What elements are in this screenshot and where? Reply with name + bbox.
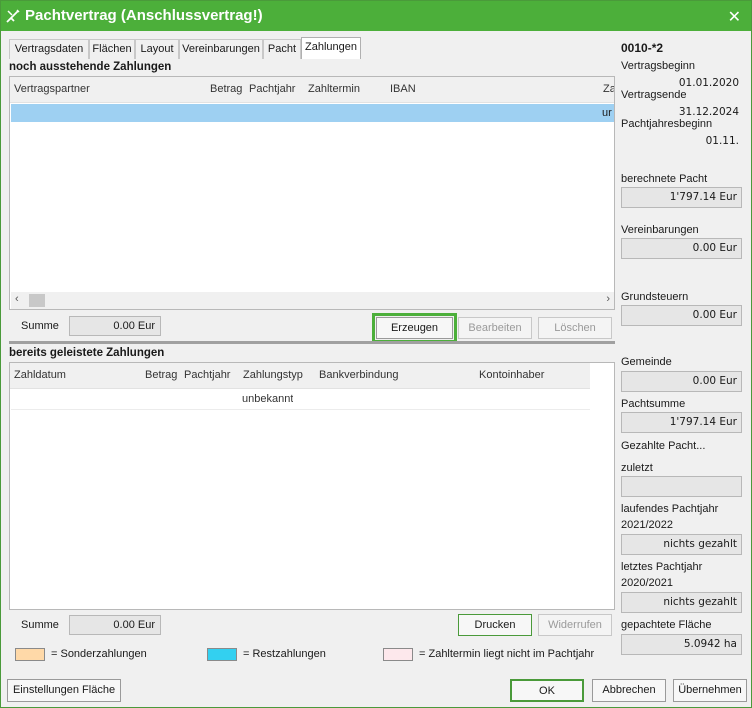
gemeinde-value: 0.00 Eur: [621, 371, 742, 392]
vereinbarungen-label: Vereinbarungen: [621, 224, 699, 236]
col-zahldatum[interactable]: Zahldatum: [14, 369, 66, 381]
scroll-left-icon[interactable]: ‹: [15, 293, 19, 305]
legend-label-restzahlungen: = Restzahlungen: [243, 648, 326, 660]
legend-swatch-zahltermin: [383, 648, 413, 661]
scroll-right-icon[interactable]: ›: [606, 293, 610, 305]
col-pachtjahr[interactable]: Pachtjahr: [249, 83, 295, 95]
paid-grid-header: Zahldatum Betrag Pachtjahr Zahlungstyp B…: [10, 363, 590, 389]
col-betrag-paid[interactable]: Betrag: [145, 369, 177, 381]
pachtjahresbeginn-value: 01.11.: [705, 135, 739, 147]
payment-type-cell: unbekannt: [242, 393, 294, 405]
laufendes-pachtjahr-label: laufendes Pachtjahr: [621, 503, 719, 515]
grundsteuern-value: 0.00 Eur: [621, 305, 742, 326]
tab-flaechen[interactable]: Flächen: [89, 39, 135, 59]
zuletzt-label: zuletzt: [621, 462, 653, 474]
laufendes-pachtjahr-value: nichts gezahlt: [621, 534, 742, 555]
pending-grid-header: Vertragspartner Betrag Pachtjahr Zahlter…: [10, 77, 614, 103]
col-zahlungstyp[interactable]: Zahlungstyp: [243, 369, 303, 381]
contract-id: 0010-*2: [621, 41, 664, 55]
close-icon[interactable]: ✕: [728, 7, 741, 27]
letztes-pachtjahr-label: letztes Pachtjahr: [621, 561, 703, 573]
table-row[interactable]: ur: [11, 104, 614, 122]
laufendes-pachtjahr-year: 2021/2022: [621, 519, 673, 531]
pachtjahresbeginn-label: Pachtjahresbeginn: [621, 118, 713, 130]
letztes-pachtjahr-year: 2020/2021: [621, 577, 673, 589]
col-pachtjahr-paid[interactable]: Pachtjahr: [184, 369, 230, 381]
window-title: Pachtvertrag (Anschlussvertrag!): [25, 7, 263, 24]
gepachtete-flaeche-label: gepachtete Fläche: [621, 619, 712, 631]
berechnete-pacht-label: berechnete Pacht: [621, 173, 708, 185]
pachtsumme-label: Pachtsumme: [621, 398, 686, 410]
ok-button[interactable]: OK: [510, 679, 584, 702]
tab-pacht[interactable]: Pacht: [263, 39, 301, 59]
settings-flaeche-button[interactable]: Einstellungen Fläche: [7, 679, 121, 702]
cancel-button[interactable]: Abbrechen: [592, 679, 666, 702]
edit-button[interactable]: Bearbeiten: [458, 317, 532, 339]
paid-sum-value: 0.00 Eur: [69, 615, 161, 635]
app-tools-icon: [6, 9, 20, 23]
gezahlte-pacht-label: Gezahlte Pacht...: [621, 440, 706, 452]
col-iban[interactable]: IBAN: [390, 83, 416, 95]
row-trailing-cell: ur: [602, 107, 612, 119]
tab-zahlungen[interactable]: Zahlungen: [301, 37, 361, 59]
col-vertragspartner[interactable]: Vertragspartner: [14, 83, 90, 95]
tab-vereinbarungen[interactable]: Vereinbarungen: [179, 39, 263, 59]
section-splitter[interactable]: [9, 341, 615, 344]
table-row[interactable]: unbekannt: [11, 390, 590, 410]
col-truncated[interactable]: Za: [603, 83, 614, 95]
paid-payments-grid[interactable]: Zahldatum Betrag Pachtjahr Zahlungstyp B…: [9, 362, 615, 610]
col-kontoinhaber[interactable]: Kontoinhaber: [479, 369, 544, 381]
vereinbarungen-value: 0.00 Eur: [621, 238, 742, 259]
dialog-window: Pachtvertrag (Anschlussvertrag!) ✕ Vertr…: [0, 0, 752, 708]
pachtsumme-value: 1'797.14 Eur: [621, 412, 742, 433]
berechnete-pacht-value: 1'797.14 Eur: [621, 187, 742, 208]
gepachtete-flaeche-value: 5.0942 ha: [621, 634, 742, 655]
delete-button[interactable]: Löschen: [538, 317, 612, 339]
apply-button[interactable]: Übernehmen: [673, 679, 747, 702]
legend-label-zahltermin: = Zahltermin liegt nicht im Pachtjahr: [419, 648, 595, 660]
legend-swatch-sonderzahlungen: [15, 648, 45, 661]
paid-sum-label: Summe: [21, 619, 59, 631]
gemeinde-label: Gemeinde: [621, 356, 672, 368]
vertragsbeginn-value: 01.01.2020: [678, 77, 739, 89]
pending-sum-value: 0.00 Eur: [69, 316, 161, 336]
vertragsende-label: Vertragsende: [621, 89, 687, 101]
legend-label-sonderzahlungen: = Sonderzahlungen: [51, 648, 147, 660]
tab-vertragsdaten[interactable]: Vertragsdaten: [9, 39, 89, 59]
pending-horizontal-scrollbar[interactable]: ‹ ›: [11, 292, 614, 309]
pending-payments-grid[interactable]: Vertragspartner Betrag Pachtjahr Zahlter…: [9, 76, 615, 310]
title-bar: Pachtvertrag (Anschlussvertrag!) ✕: [1, 1, 751, 31]
paid-section-title: bereits geleistete Zahlungen: [9, 347, 165, 359]
pending-section-title: noch ausstehende Zahlungen: [9, 61, 172, 73]
vertragsende-value: 31.12.2024: [678, 106, 739, 118]
letztes-pachtjahr-value: nichts gezahlt: [621, 592, 742, 613]
tab-layout[interactable]: Layout: [135, 39, 179, 59]
col-zahltermin[interactable]: Zahltermin: [308, 83, 360, 95]
vertragsbeginn-label: Vertragsbeginn: [621, 60, 695, 72]
create-button[interactable]: Erzeugen: [372, 313, 457, 343]
legend-swatch-restzahlungen: [207, 648, 237, 661]
pending-sum-label: Summe: [21, 320, 59, 332]
print-button[interactable]: Drucken: [458, 614, 532, 636]
grundsteuern-label: Grundsteuern: [621, 291, 689, 303]
col-bankverbindung[interactable]: Bankverbindung: [319, 369, 399, 381]
scroll-thumb[interactable]: [29, 294, 45, 307]
revoke-button[interactable]: Widerrufen: [538, 614, 612, 636]
col-betrag[interactable]: Betrag: [210, 83, 242, 95]
zuletzt-value: [621, 476, 742, 497]
